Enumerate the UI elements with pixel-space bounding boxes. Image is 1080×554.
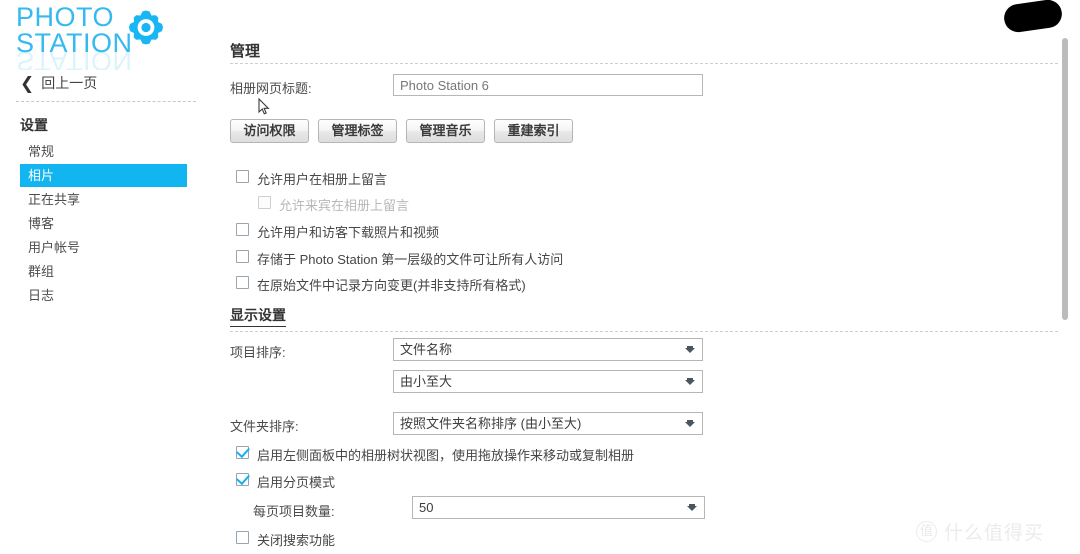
album-title-input[interactable] [393,74,703,96]
sidebar-section-title: 设置 [20,117,48,133]
items-per-page-select[interactable]: 50 [412,496,705,519]
sidebar-item-user-accounts[interactable]: 用户帐号 [0,236,210,259]
access-permissions-button[interactable]: 访问权限 [230,119,309,143]
folder-sort-label: 文件夹排序: [230,419,299,434]
item-order-select[interactable]: 由小至大 [393,370,703,393]
album-title-label: 相册网页标题: [230,81,312,96]
checkbox-pagination-mode[interactable]: 启用分页模式 [236,472,335,491]
items-per-page-label: 每页项目数量: [253,504,335,519]
checkbox-label: 启用左侧面板中的相册树状视图，使用拖放操作来移动或复制相册 [257,448,635,463]
item-sort-label: 项目排序: [230,345,286,360]
page-title: 管理 [230,43,261,60]
chevron-down-icon [685,378,695,385]
manage-tags-button[interactable]: 管理标签 [318,119,397,143]
checkbox-allow-user-comments[interactable]: 允许用户在相册上留言 [236,169,387,188]
sidebar-item-label: 正在共享 [28,192,81,207]
checkbox-box [236,170,249,183]
item-sort-select[interactable]: 文件名称 [393,338,703,361]
display-settings-heading: 显示设置 [230,305,286,327]
checkbox-box [236,473,249,486]
checkbox-disable-search[interactable]: 关闭搜索功能 [236,530,335,549]
sidebar-item-label: 博客 [28,216,55,231]
checkbox-allow-guest-comments: 允许来宾在相册上留言 [258,195,409,214]
checkbox-label: 允许用户和访客下载照片和视频 [257,225,440,240]
back-link-label: 回上一页 [41,75,98,91]
sidebar-item-label: 群组 [28,264,55,279]
sidebar-item-general[interactable]: 常规 [0,140,210,163]
sidebar-item-groups[interactable]: 群组 [0,260,210,283]
logo-text: PHOTO STATION [16,4,133,58]
gear-icon [129,10,163,45]
checkbox-box [236,250,249,263]
checkbox-box [236,276,249,289]
checkbox-box [236,446,249,459]
chevron-down-icon [685,420,695,427]
checkbox-label: 存储于 Photo Station 第一层级的文件可让所有人访问 [257,252,564,267]
app-logo: PHOTO STATION [16,4,196,60]
sidebar-divider [16,101,196,102]
mouse-cursor [258,98,270,115]
checkbox-album-tree-view[interactable]: 启用左侧面板中的相册树状视图，使用拖放操作来移动或复制相册 [236,445,634,464]
checkbox-public-first-level[interactable]: 存储于 Photo Station 第一层级的文件可让所有人访问 [236,249,563,268]
main-content: 管理 相册网页标题: 访问权限 管理标签 管理音乐 重建索引 允许用户在相册上留… [225,0,1065,554]
checkbox-label: 关闭搜索功能 [257,533,336,548]
photo-station-settings-page: PHOTOSTATION PHOTOSTATION ❮ 回上一页 设置 常规 相… [0,0,1080,554]
item-sort-value: 文件名称 [400,342,453,357]
sidebar: PHOTOSTATION PHOTOSTATION ❮ 回上一页 设置 常规 相… [0,0,210,554]
folder-sort-select[interactable]: 按照文件夹名称排序 (由小至大) [393,412,703,435]
sidebar-item-photos[interactable]: 相片 [20,164,187,187]
checkbox-box [258,196,271,209]
sidebar-nav-list: 常规 相片 正在共享 博客 用户帐号 群组 日志 [0,140,210,308]
checkbox-record-orientation[interactable]: 在原始文件中记录方向变更(并非支持所有格式) [236,275,526,294]
sidebar-item-logs[interactable]: 日志 [0,284,210,307]
sidebar-item-label: 日志 [28,288,55,303]
back-link[interactable]: ❮ 回上一页 [20,73,97,93]
item-order-value: 由小至大 [400,374,453,389]
checkbox-label: 允许用户在相册上留言 [257,172,388,187]
sidebar-item-label: 用户帐号 [28,240,81,255]
vertical-scrollbar-track[interactable] [1060,0,1072,554]
display-settings-divider [230,331,1063,332]
chevron-left-icon: ❮ [20,73,35,93]
checkbox-label: 允许来宾在相册上留言 [279,198,410,213]
sidebar-item-label: 相片 [28,168,55,183]
rebuild-index-button[interactable]: 重建索引 [494,119,573,143]
chevron-down-icon [685,346,695,353]
items-per-page-value: 50 [419,500,434,515]
checkbox-box [236,531,249,544]
vertical-scrollbar-thumb[interactable] [1062,38,1068,320]
sidebar-item-sharing[interactable]: 正在共享 [0,188,210,211]
manage-music-button[interactable]: 管理音乐 [406,119,485,143]
management-button-row: 访问权限 管理标签 管理音乐 重建索引 [230,119,573,143]
title-divider [230,63,1063,64]
sidebar-item-label: 常规 [28,144,55,159]
checkbox-label: 启用分页模式 [257,475,336,490]
sidebar-item-blog[interactable]: 博客 [0,212,210,235]
folder-sort-value: 按照文件夹名称排序 (由小至大) [400,416,582,431]
checkbox-box [236,223,249,236]
checkbox-label: 在原始文件中记录方向变更(并非支持所有格式) [257,278,526,293]
checkbox-allow-download[interactable]: 允许用户和访客下载照片和视频 [236,222,439,241]
chevron-down-icon [687,504,697,511]
logo-line-2: STATION [16,28,133,58]
